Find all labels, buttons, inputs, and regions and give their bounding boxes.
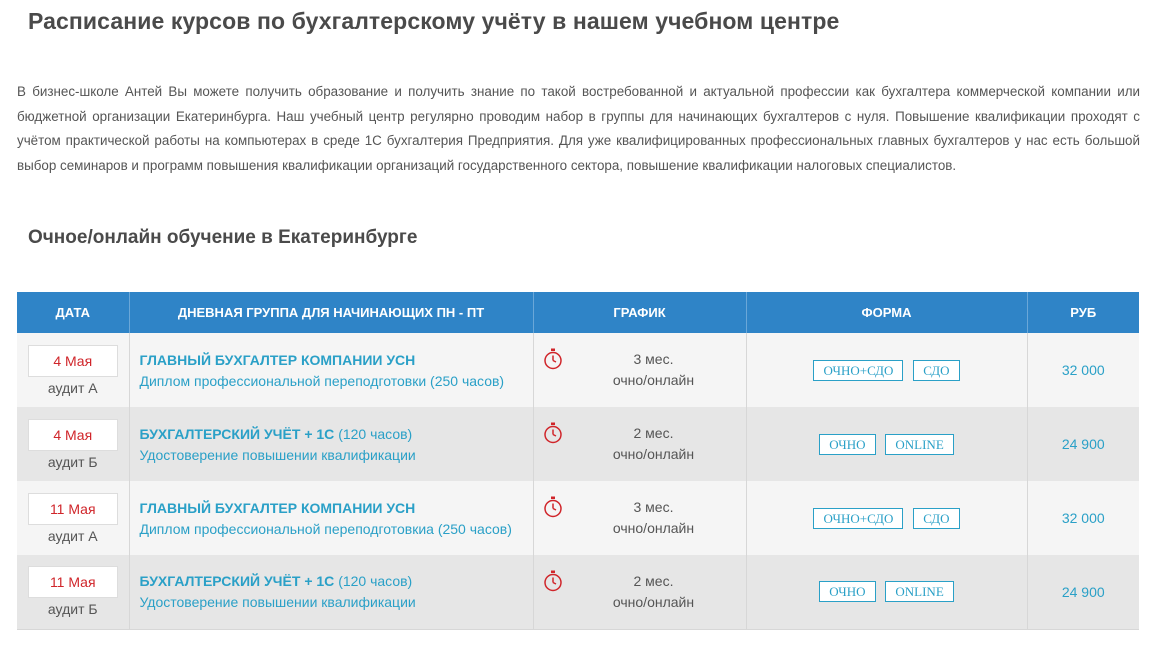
course-duration: 3 мес. <box>633 351 674 367</box>
course-mode: очно/онлайн <box>612 593 695 610</box>
course-duration: 2 мес. <box>633 425 674 441</box>
table-row: 4 Мая аудит А ГЛАВНЫЙ БУХГАЛТЕР КОМПАНИИ… <box>17 333 1139 407</box>
form-option-button[interactable]: ОЧНО+СДО <box>813 359 904 381</box>
form-option-button[interactable]: СДО <box>913 359 960 381</box>
classroom-label: аудит А <box>47 379 98 396</box>
course-mode: очно/онлайн <box>612 372 695 388</box>
form-option-button[interactable]: ОЧНО <box>819 433 876 455</box>
header-schedule: График <box>533 292 747 333</box>
stopwatch-icon <box>543 422 562 444</box>
course-mode: очно/онлайн <box>612 520 695 536</box>
classroom-label: аудит Б <box>47 453 98 470</box>
price-cell: 32 000 <box>1027 481 1139 555</box>
price-cell: 32 000 <box>1027 333 1139 407</box>
course-title-link[interactable]: ГЛАВНЫЙ БУХГАЛТЕР КОМПАНИИ УСН <box>140 352 416 368</box>
schedule-cell: 2 мес. очно/онлайн <box>533 555 747 630</box>
classroom-label: аудит А <box>47 527 98 544</box>
course-title-link[interactable]: ГЛАВНЫЙ БУХГАЛТЕР КОМПАНИИ УСН <box>140 500 416 516</box>
classroom-label: аудит Б <box>47 601 98 618</box>
date-cell: 4 Мая аудит Б <box>17 407 130 481</box>
form-option-button[interactable]: ONLINE <box>885 433 954 455</box>
price-cell: 24 900 <box>1027 407 1139 481</box>
header-group: Дневная группа для начинающих пн - пт <box>129 292 534 333</box>
course-document-link[interactable]: Диплом профессиональной переподготовки (… <box>140 373 533 389</box>
form-cell: ОЧНО+СДО СДО <box>746 481 1028 555</box>
course-cell: БУХГАЛТЕРСКИЙ УЧЁТ + 1С (120 часов) Удос… <box>129 407 534 481</box>
table-row: 11 Мая аудит А ГЛАВНЫЙ БУХГАЛТЕР КОМПАНИ… <box>17 481 1139 555</box>
header-form: Форма <box>746 292 1028 333</box>
intro-text: В бизнес-школе Антей Вы можете получить … <box>17 84 1140 173</box>
form-option-button[interactable]: СДО <box>913 507 960 529</box>
start-date: 11 Мая <box>27 492 118 525</box>
date-cell: 11 Мая аудит А <box>17 481 130 555</box>
table-row: 4 Мая аудит Б БУХГАЛТЕРСКИЙ УЧЁТ + 1С (1… <box>17 407 1139 481</box>
schedule-table: Дата Дневная группа для начинающих пн - … <box>17 292 1139 630</box>
date-cell: 11 Мая аудит Б <box>17 555 130 630</box>
form-cell: ОЧНО+СДО СДО <box>746 333 1028 407</box>
course-cell: БУХГАЛТЕРСКИЙ УЧЁТ + 1С (120 часов) Удос… <box>129 555 534 630</box>
start-date: 4 Мая <box>27 344 118 377</box>
section-title: Очное/онлайн обучение в Екатеринбурге <box>28 227 418 248</box>
course-title-link[interactable]: БУХГАЛТЕРСКИЙ УЧЁТ + 1С <box>140 573 335 589</box>
course-cell: ГЛАВНЫЙ БУХГАЛТЕР КОМПАНИИ УСН Диплом пр… <box>129 481 534 555</box>
course-title-link[interactable]: БУХГАЛТЕРСКИЙ УЧЁТ + 1С <box>140 426 335 442</box>
table-header-row: Дата Дневная группа для начинающих пн - … <box>17 292 1139 333</box>
course-document-link[interactable]: Диплом профессиональной переподготовкиа … <box>140 521 533 537</box>
form-option-button[interactable]: ONLINE <box>885 581 954 603</box>
start-date: 11 Мая <box>27 566 118 599</box>
form-option-button[interactable]: ОЧНО <box>819 581 876 603</box>
course-document-link[interactable]: Удостоверение повышении квалификации <box>140 447 533 463</box>
header-price: Руб <box>1027 292 1139 333</box>
form-option-button[interactable]: ОЧНО+СДО <box>813 507 904 529</box>
date-cell: 4 Мая аудит А <box>17 333 130 407</box>
form-cell: ОЧНО ONLINE <box>746 407 1028 481</box>
stopwatch-icon <box>543 570 562 592</box>
header-date: Дата <box>17 292 130 333</box>
table-row: 11 Мая аудит Б БУХГАЛТЕРСКИЙ УЧЁТ + 1С (… <box>17 555 1139 630</box>
stopwatch-icon <box>543 348 562 370</box>
schedule-cell: 3 мес. очно/онлайн <box>533 333 747 407</box>
stopwatch-icon <box>543 496 562 518</box>
course-hours: (120 часов) <box>338 573 413 590</box>
course-duration: 2 мес. <box>633 572 674 589</box>
start-date: 4 Мая <box>27 418 118 451</box>
course-cell: ГЛАВНЫЙ БУХГАЛТЕР КОМПАНИИ УСН Диплом пр… <box>129 333 534 407</box>
course-document-link[interactable]: Удостоверение повышении квалификации <box>140 594 533 610</box>
price-cell: 24 900 <box>1027 555 1139 630</box>
course-hours: (120 часов) <box>338 425 413 442</box>
schedule-cell: 3 мес. очно/онлайн <box>533 481 747 555</box>
course-duration: 3 мес. <box>633 499 674 515</box>
form-cell: ОЧНО ONLINE <box>746 555 1028 630</box>
course-mode: очно/онлайн <box>612 446 695 462</box>
page-title: Расписание курсов по бухгалтерскому учёт… <box>28 8 840 34</box>
schedule-cell: 2 мес. очно/онлайн <box>533 407 747 481</box>
